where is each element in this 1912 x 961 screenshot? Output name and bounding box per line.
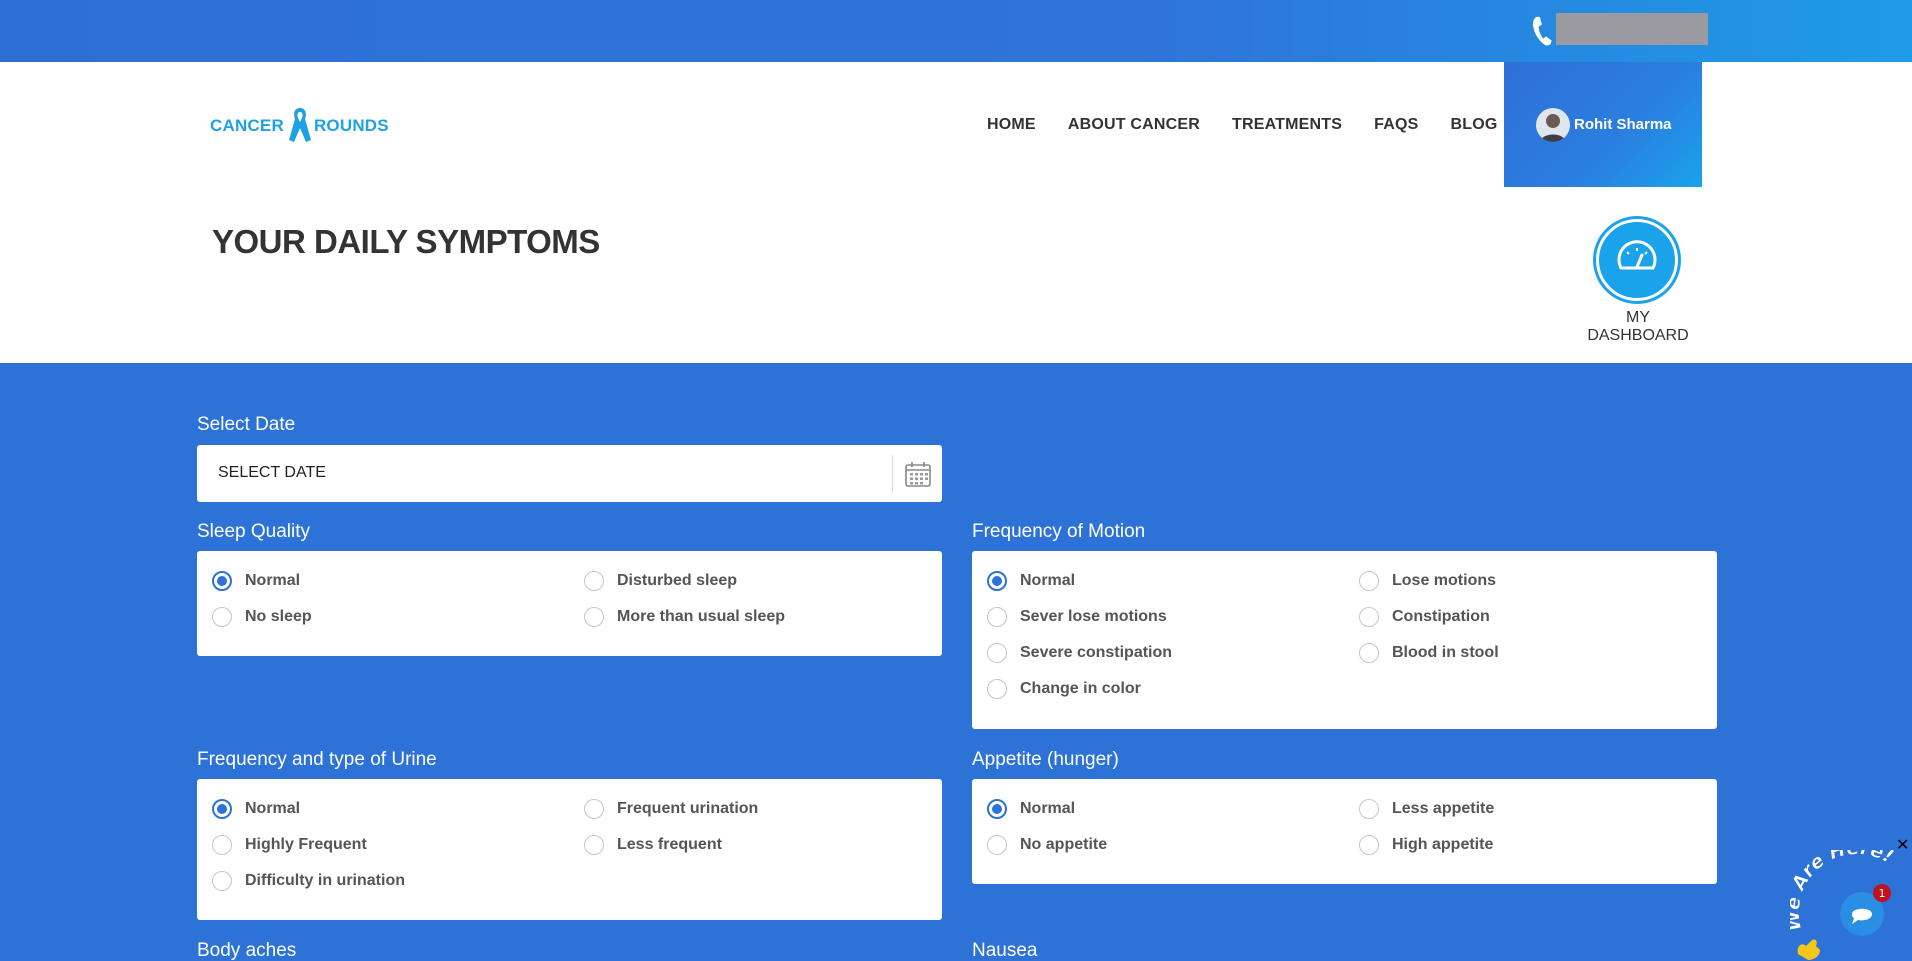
sleep-option-more-than-usual[interactable]: More than usual sleep bbox=[584, 607, 785, 627]
top-bar bbox=[0, 0, 1912, 62]
nav-treatments[interactable]: TREATMENTS bbox=[1232, 116, 1342, 134]
user-menu[interactable]: Rohit Sharma bbox=[1504, 62, 1702, 187]
phone-icon bbox=[1532, 16, 1552, 46]
speedometer-icon bbox=[1617, 240, 1657, 270]
radio-button[interactable] bbox=[987, 607, 1007, 627]
logo[interactable]: CANCER ROUNDS bbox=[210, 106, 389, 146]
urine-option-frequent[interactable]: Frequent urination bbox=[584, 799, 758, 819]
appetite-option-normal[interactable]: Normal bbox=[987, 799, 1075, 819]
motion-option-blood-in-stool[interactable]: Blood in stool bbox=[1359, 643, 1499, 663]
date-placeholder: SELECT DATE bbox=[218, 464, 326, 481]
radio-button[interactable] bbox=[212, 835, 232, 855]
radio-button[interactable] bbox=[584, 571, 604, 591]
motion-option-severe-constipation[interactable]: Severe constipation bbox=[987, 643, 1172, 663]
radio-button[interactable] bbox=[1359, 571, 1379, 591]
urine-label: Frequency and type of Urine bbox=[197, 749, 437, 770]
nav-blog[interactable]: BLOG bbox=[1451, 116, 1498, 134]
radio-button[interactable] bbox=[987, 799, 1007, 819]
dashboard-label[interactable]: MY DASHBOARD bbox=[1575, 309, 1701, 345]
calendar-icon bbox=[905, 462, 931, 487]
nav-faqs[interactable]: FAQS bbox=[1374, 116, 1418, 134]
motion-option-constipation[interactable]: Constipation bbox=[1359, 607, 1490, 627]
appetite-panel: Normal Less appetite No appetite High ap… bbox=[972, 779, 1717, 884]
radio-button[interactable] bbox=[212, 871, 232, 891]
urine-option-difficulty[interactable]: Difficulty in urination bbox=[212, 871, 405, 891]
radio-button[interactable] bbox=[1359, 835, 1379, 855]
ribbon-icon bbox=[288, 108, 311, 142]
sleep-quality-label: Sleep Quality bbox=[197, 521, 311, 542]
appetite-option-no-appetite[interactable]: No appetite bbox=[987, 835, 1107, 855]
nav-home[interactable]: HOME bbox=[987, 116, 1036, 134]
body-aches-label: Body aches bbox=[197, 940, 297, 961]
motion-option-lose[interactable]: Lose motions bbox=[1359, 571, 1496, 591]
appetite-option-high[interactable]: High appetite bbox=[1359, 835, 1493, 855]
urine-option-normal[interactable]: Normal bbox=[212, 799, 300, 819]
urine-option-less-frequent[interactable]: Less frequent bbox=[584, 835, 722, 855]
phone-number-redacted bbox=[1556, 13, 1708, 45]
radio-button[interactable] bbox=[212, 799, 232, 819]
motion-panel: Normal Lose motions Sever lose motions C… bbox=[972, 551, 1717, 729]
urine-panel: Normal Frequent urination Highly Frequen… bbox=[197, 779, 942, 920]
radio-button[interactable] bbox=[1359, 607, 1379, 627]
main-menu: HOME ABOUT CANCER TREATMENTS FAQS BLOG bbox=[987, 62, 1530, 187]
sleep-option-disturbed[interactable]: Disturbed sleep bbox=[584, 571, 737, 591]
motion-option-normal[interactable]: Normal bbox=[987, 571, 1075, 591]
date-input[interactable]: SELECT DATE bbox=[197, 445, 942, 502]
appetite-label: Appetite (hunger) bbox=[972, 749, 1119, 770]
nav-about-cancer[interactable]: ABOUT CANCER bbox=[1068, 116, 1200, 134]
radio-button[interactable] bbox=[1359, 799, 1379, 819]
nausea-label: Nausea bbox=[972, 940, 1038, 961]
waving-hand-icon bbox=[1797, 939, 1820, 960]
user-name: Rohit Sharma bbox=[1574, 116, 1672, 133]
sleep-option-no-sleep[interactable]: No sleep bbox=[212, 607, 312, 627]
sleep-quality-panel: Normal Disturbed sleep No sleep More tha… bbox=[197, 551, 942, 656]
dashboard-button[interactable] bbox=[1596, 219, 1678, 301]
radio-button[interactable] bbox=[212, 571, 232, 591]
navbar: CANCER ROUNDS HOME ABOUT CANCER TREATMEN… bbox=[0, 62, 1912, 187]
radio-button[interactable] bbox=[584, 835, 604, 855]
motion-label: Frequency of Motion bbox=[972, 521, 1146, 542]
calendar-button[interactable] bbox=[892, 455, 942, 493]
logo-text-right: ROUNDS bbox=[313, 116, 389, 135]
radio-button[interactable] bbox=[987, 643, 1007, 663]
logo-text-left: CANCER bbox=[210, 116, 284, 135]
radio-button[interactable] bbox=[987, 571, 1007, 591]
chat-badge: 1 bbox=[1879, 887, 1886, 900]
appetite-option-less[interactable]: Less appetite bbox=[1359, 799, 1494, 819]
page-title: YOUR DAILY SYMPTOMS bbox=[212, 223, 600, 260]
motion-option-change-in-color[interactable]: Change in color bbox=[987, 679, 1141, 699]
sleep-option-normal[interactable]: Normal bbox=[212, 571, 300, 591]
radio-button[interactable] bbox=[987, 679, 1007, 699]
motion-option-sever-lose[interactable]: Sever lose motions bbox=[987, 607, 1167, 627]
chat-widget[interactable]: We Are Here! 1 bbox=[1790, 850, 1912, 961]
radio-button[interactable] bbox=[1359, 643, 1379, 663]
radio-button[interactable] bbox=[212, 607, 232, 627]
avatar bbox=[1536, 107, 1570, 142]
radio-button[interactable] bbox=[987, 835, 1007, 855]
select-date-label: Select Date bbox=[197, 414, 296, 435]
radio-button[interactable] bbox=[584, 799, 604, 819]
urine-option-highly-frequent[interactable]: Highly Frequent bbox=[212, 835, 367, 855]
radio-button[interactable] bbox=[584, 607, 604, 627]
